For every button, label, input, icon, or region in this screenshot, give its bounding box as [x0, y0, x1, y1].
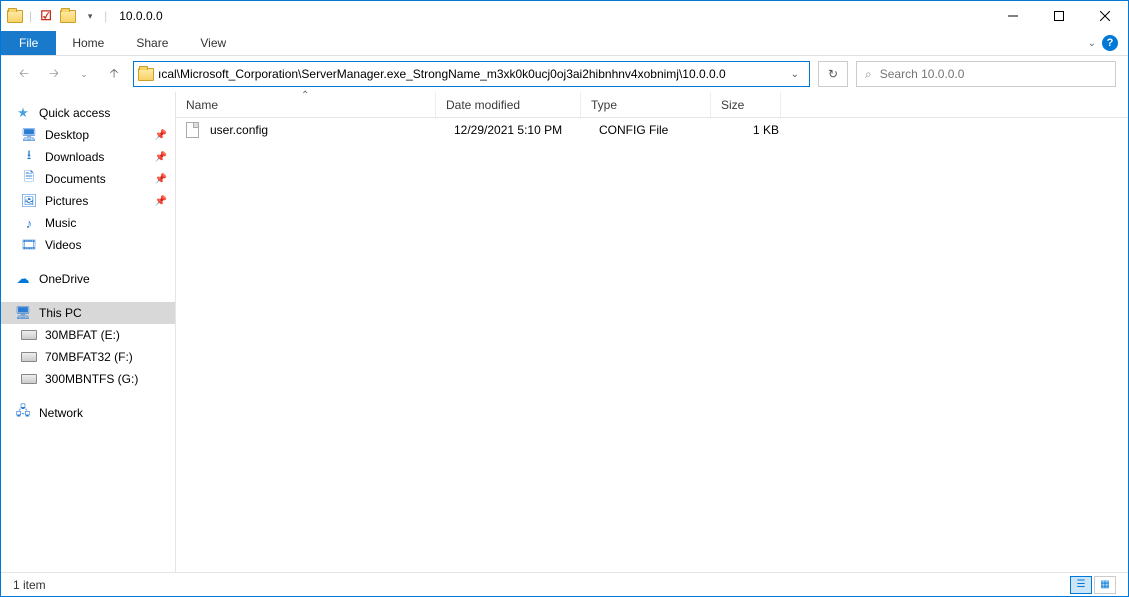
nav-quick-access[interactable]: ★ Quick access — [1, 102, 175, 124]
tab-view[interactable]: View — [184, 31, 242, 55]
folder-icon — [7, 8, 23, 24]
pc-icon: 🖥 — [15, 305, 31, 321]
nav-documents[interactable]: 🗎 Documents 📌 — [1, 168, 175, 190]
pictures-icon: 🖼 — [21, 193, 37, 209]
nav-label: This PC — [39, 306, 82, 320]
star-icon: ★ — [15, 105, 31, 121]
nav-label: Documents — [45, 172, 106, 186]
nav-label: Music — [45, 216, 76, 230]
pin-icon: 📌 — [155, 196, 167, 207]
nav-label: Quick access — [39, 106, 110, 120]
file-icon — [184, 122, 200, 138]
folder-icon[interactable] — [60, 8, 76, 24]
file-type: CONFIG File — [589, 123, 719, 137]
drive-icon — [21, 371, 37, 387]
minimize-button[interactable] — [990, 1, 1036, 31]
column-date[interactable]: Date modified — [436, 92, 581, 117]
nav-label: Videos — [45, 238, 81, 252]
back-button[interactable]: 🡠 — [13, 63, 35, 85]
qat-divider: | — [104, 9, 107, 23]
file-date: 12/29/2021 5:10 PM — [444, 123, 589, 137]
address-dropdown-icon[interactable]: ⌄ — [785, 69, 805, 80]
search-input[interactable] — [880, 67, 1107, 81]
music-icon: ♪ — [21, 215, 37, 231]
nav-drive-e[interactable]: 30MBFAT (E:) — [1, 324, 175, 346]
tab-share[interactable]: Share — [120, 31, 184, 55]
file-name: user.config — [200, 123, 444, 137]
address-path[interactable]: ıcal\Microsoft_Corporation\ServerManager… — [154, 67, 785, 81]
forward-button[interactable]: 🡢 — [43, 63, 65, 85]
nav-onedrive[interactable]: ☁ OneDrive — [1, 268, 175, 290]
downloads-icon: ⭳ — [21, 149, 37, 165]
qat-divider: | — [29, 9, 32, 23]
file-tab[interactable]: File — [1, 31, 56, 55]
search-icon: ⌕ — [865, 67, 872, 82]
network-icon: 🖧 — [15, 405, 31, 421]
search-box[interactable]: ⌕ — [856, 61, 1116, 87]
nav-desktop[interactable]: 🖥 Desktop 📌 — [1, 124, 175, 146]
ribbon-expand-icon[interactable]: ⌄ — [1088, 38, 1096, 49]
nav-label: Downloads — [45, 150, 104, 164]
nav-label: 300MBNTFS (G:) — [45, 372, 138, 386]
column-headers: ⌃ Name Date modified Type Size — [176, 92, 1128, 118]
close-button[interactable] — [1082, 1, 1128, 31]
recent-locations-dropdown[interactable]: ⌄ — [73, 63, 95, 85]
nav-label: 70MBFAT32 (F:) — [45, 350, 133, 364]
address-bar[interactable]: ıcal\Microsoft_Corporation\ServerManager… — [133, 61, 810, 87]
nav-label: Network — [39, 406, 83, 420]
maximize-button[interactable] — [1036, 1, 1082, 31]
pin-icon: 📌 — [155, 174, 167, 185]
qat-dropdown-icon[interactable]: ▾ — [82, 8, 98, 24]
title-bar: | ☑ ▾ | 10.0.0.0 — [1, 1, 1128, 31]
drive-icon — [21, 349, 37, 365]
file-size: 1 KB — [719, 123, 789, 137]
onedrive-icon: ☁ — [15, 271, 31, 287]
nav-network[interactable]: 🖧 Network — [1, 402, 175, 424]
drive-icon — [21, 327, 37, 343]
nav-videos[interactable]: 🎞 Videos — [1, 234, 175, 256]
column-type[interactable]: Type — [581, 92, 711, 117]
help-icon[interactable]: ? — [1102, 35, 1118, 51]
tab-home[interactable]: Home — [56, 31, 120, 55]
folder-icon — [138, 66, 154, 82]
column-size[interactable]: Size — [711, 92, 781, 117]
pin-icon: 📌 — [155, 152, 167, 163]
nav-label: OneDrive — [39, 272, 90, 286]
nav-drive-f[interactable]: 70MBFAT32 (F:) — [1, 346, 175, 368]
nav-downloads[interactable]: ⭳ Downloads 📌 — [1, 146, 175, 168]
navigation-toolbar: 🡠 🡢 ⌄ 🡡 ıcal\Microsoft_Corporation\Serve… — [1, 56, 1128, 92]
file-row[interactable]: user.config 12/29/2021 5:10 PM CONFIG Fi… — [176, 118, 1128, 142]
ribbon: File Home Share View ⌄ ? — [1, 31, 1128, 56]
nav-label: Pictures — [45, 194, 88, 208]
nav-pictures[interactable]: 🖼 Pictures 📌 — [1, 190, 175, 212]
pin-icon: 📌 — [155, 130, 167, 141]
nav-this-pc[interactable]: 🖥 This PC — [1, 302, 175, 324]
sort-indicator-icon: ⌃ — [301, 90, 309, 101]
nav-label: 30MBFAT (E:) — [45, 328, 120, 342]
properties-icon[interactable]: ☑ — [38, 8, 54, 24]
status-bar: 1 item ☰ ▦ — [1, 572, 1128, 596]
refresh-button[interactable]: ↻ — [818, 61, 848, 87]
large-icons-view-button[interactable]: ▦ — [1094, 576, 1116, 594]
file-list-view: ⌃ Name Date modified Type Size user.conf… — [176, 92, 1128, 572]
navigation-pane: ★ Quick access 🖥 Desktop 📌 ⭳ Downloads 📌… — [1, 92, 176, 572]
up-button[interactable]: 🡡 — [103, 63, 125, 85]
videos-icon: 🎞 — [21, 237, 37, 253]
nav-drive-g[interactable]: 300MBNTFS (G:) — [1, 368, 175, 390]
window-title: 10.0.0.0 — [113, 9, 162, 23]
desktop-icon: 🖥 — [21, 127, 37, 143]
status-text: 1 item — [13, 578, 46, 592]
documents-icon: 🗎 — [21, 171, 37, 187]
quick-access-toolbar: | ☑ ▾ | — [1, 8, 113, 24]
details-view-button[interactable]: ☰ — [1070, 576, 1092, 594]
nav-music[interactable]: ♪ Music — [1, 212, 175, 234]
nav-label: Desktop — [45, 128, 89, 142]
